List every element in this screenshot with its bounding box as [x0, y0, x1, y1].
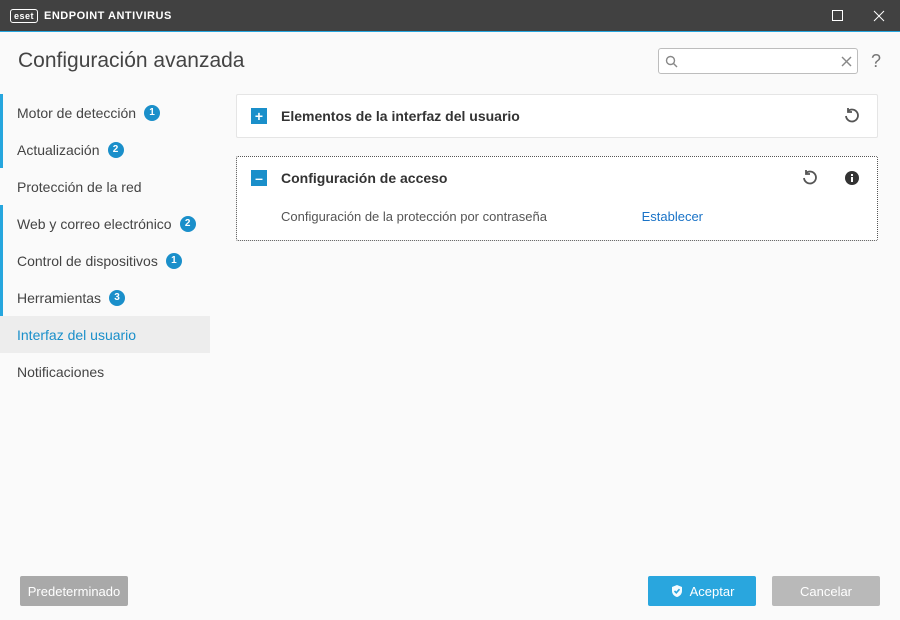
clear-search-icon[interactable]	[841, 56, 852, 67]
panel-access-reset-button[interactable]	[799, 167, 821, 189]
plus-icon: +	[251, 108, 267, 124]
sidebar-item-3[interactable]: Web y correo electrónico 2	[0, 205, 210, 242]
sidebar-item-badge: 3	[109, 290, 125, 306]
page-title: Configuración avanzada	[18, 49, 245, 73]
panel-ui-elements-title: Elementos de la interfaz del usuario	[281, 108, 520, 124]
minus-icon: –	[251, 170, 267, 186]
sidebar-item-label: Actualización	[17, 142, 100, 158]
password-protection-label: Configuración de la protección por contr…	[281, 209, 547, 224]
sidebar-item-badge: 2	[108, 142, 124, 158]
window-controls	[816, 0, 900, 31]
sidebar-item-label: Protección de la red	[17, 179, 142, 195]
help-button[interactable]: ?	[868, 51, 884, 72]
sidebar-item-label: Motor de detección	[17, 105, 136, 121]
sidebar-item-badge: 1	[144, 105, 160, 121]
panel-access-body: Configuración de la protección por contr…	[237, 199, 877, 240]
password-protection-set-link[interactable]: Establecer	[642, 209, 703, 224]
square-icon	[832, 10, 843, 21]
undo-icon	[844, 108, 860, 124]
window-maximize-button[interactable]	[816, 0, 858, 31]
sidebar-item-6[interactable]: Interfaz del usuario	[0, 316, 210, 353]
sidebar-item-7[interactable]: Notificaciones	[0, 353, 210, 390]
panel-access-title: Configuración de acceso	[281, 170, 447, 186]
sidebar-item-2[interactable]: Protección de la red	[0, 168, 210, 205]
header-tools: ?	[658, 48, 884, 74]
shield-check-icon	[670, 584, 684, 598]
close-icon	[873, 10, 885, 22]
sidebar-item-badge: 2	[180, 216, 196, 232]
sidebar-item-label: Notificaciones	[17, 364, 104, 380]
panel-access: – Configuración de acceso Configuración …	[236, 156, 878, 241]
sidebar-item-4[interactable]: Control de dispositivos 1	[0, 242, 210, 279]
sidebar-item-badge: 1	[166, 253, 182, 269]
sidebar: Motor de detección 1 Actualización 2 Protecc…	[0, 90, 210, 562]
content: + Elementos de la interfaz del usuario –…	[210, 90, 900, 562]
product-name: ENDPOINT ANTIVIRUS	[44, 10, 172, 22]
panel-ui-elements-header[interactable]: + Elementos de la interfaz del usuario	[237, 95, 877, 137]
sidebar-item-label: Herramientas	[17, 290, 101, 306]
sidebar-item-1[interactable]: Actualización 2	[0, 131, 210, 168]
accept-button-label: Aceptar	[690, 584, 735, 599]
cancel-button[interactable]: Cancelar	[772, 576, 880, 606]
search-icon	[665, 55, 678, 68]
footer: Predeterminado Aceptar Cancelar	[0, 562, 900, 620]
sidebar-item-label: Interfaz del usuario	[17, 327, 136, 343]
header: Configuración avanzada ?	[0, 32, 900, 90]
panel-access-header[interactable]: – Configuración de acceso	[237, 157, 877, 199]
default-button[interactable]: Predeterminado	[20, 576, 128, 606]
app-logo: eset ENDPOINT ANTIVIRUS	[10, 9, 172, 23]
panel-ui-elements-reset-button[interactable]	[841, 105, 863, 127]
sidebar-item-0[interactable]: Motor de detección 1	[0, 94, 210, 131]
search-input[interactable]	[678, 54, 841, 68]
panel-ui-elements: + Elementos de la interfaz del usuario	[236, 94, 878, 138]
undo-icon	[802, 170, 818, 186]
accept-button[interactable]: Aceptar	[648, 576, 756, 606]
sidebar-item-label: Web y correo electrónico	[17, 216, 172, 232]
titlebar: eset ENDPOINT ANTIVIRUS	[0, 0, 900, 31]
window-close-button[interactable]	[858, 0, 900, 31]
search-box[interactable]	[658, 48, 858, 74]
panel-access-info-button[interactable]	[841, 167, 863, 189]
sidebar-item-label: Control de dispositivos	[17, 253, 158, 269]
body: Motor de detección 1 Actualización 2 Protecc…	[0, 90, 900, 562]
info-icon	[844, 170, 860, 186]
sidebar-item-5[interactable]: Herramientas 3	[0, 279, 210, 316]
brand-badge: eset	[10, 9, 38, 23]
